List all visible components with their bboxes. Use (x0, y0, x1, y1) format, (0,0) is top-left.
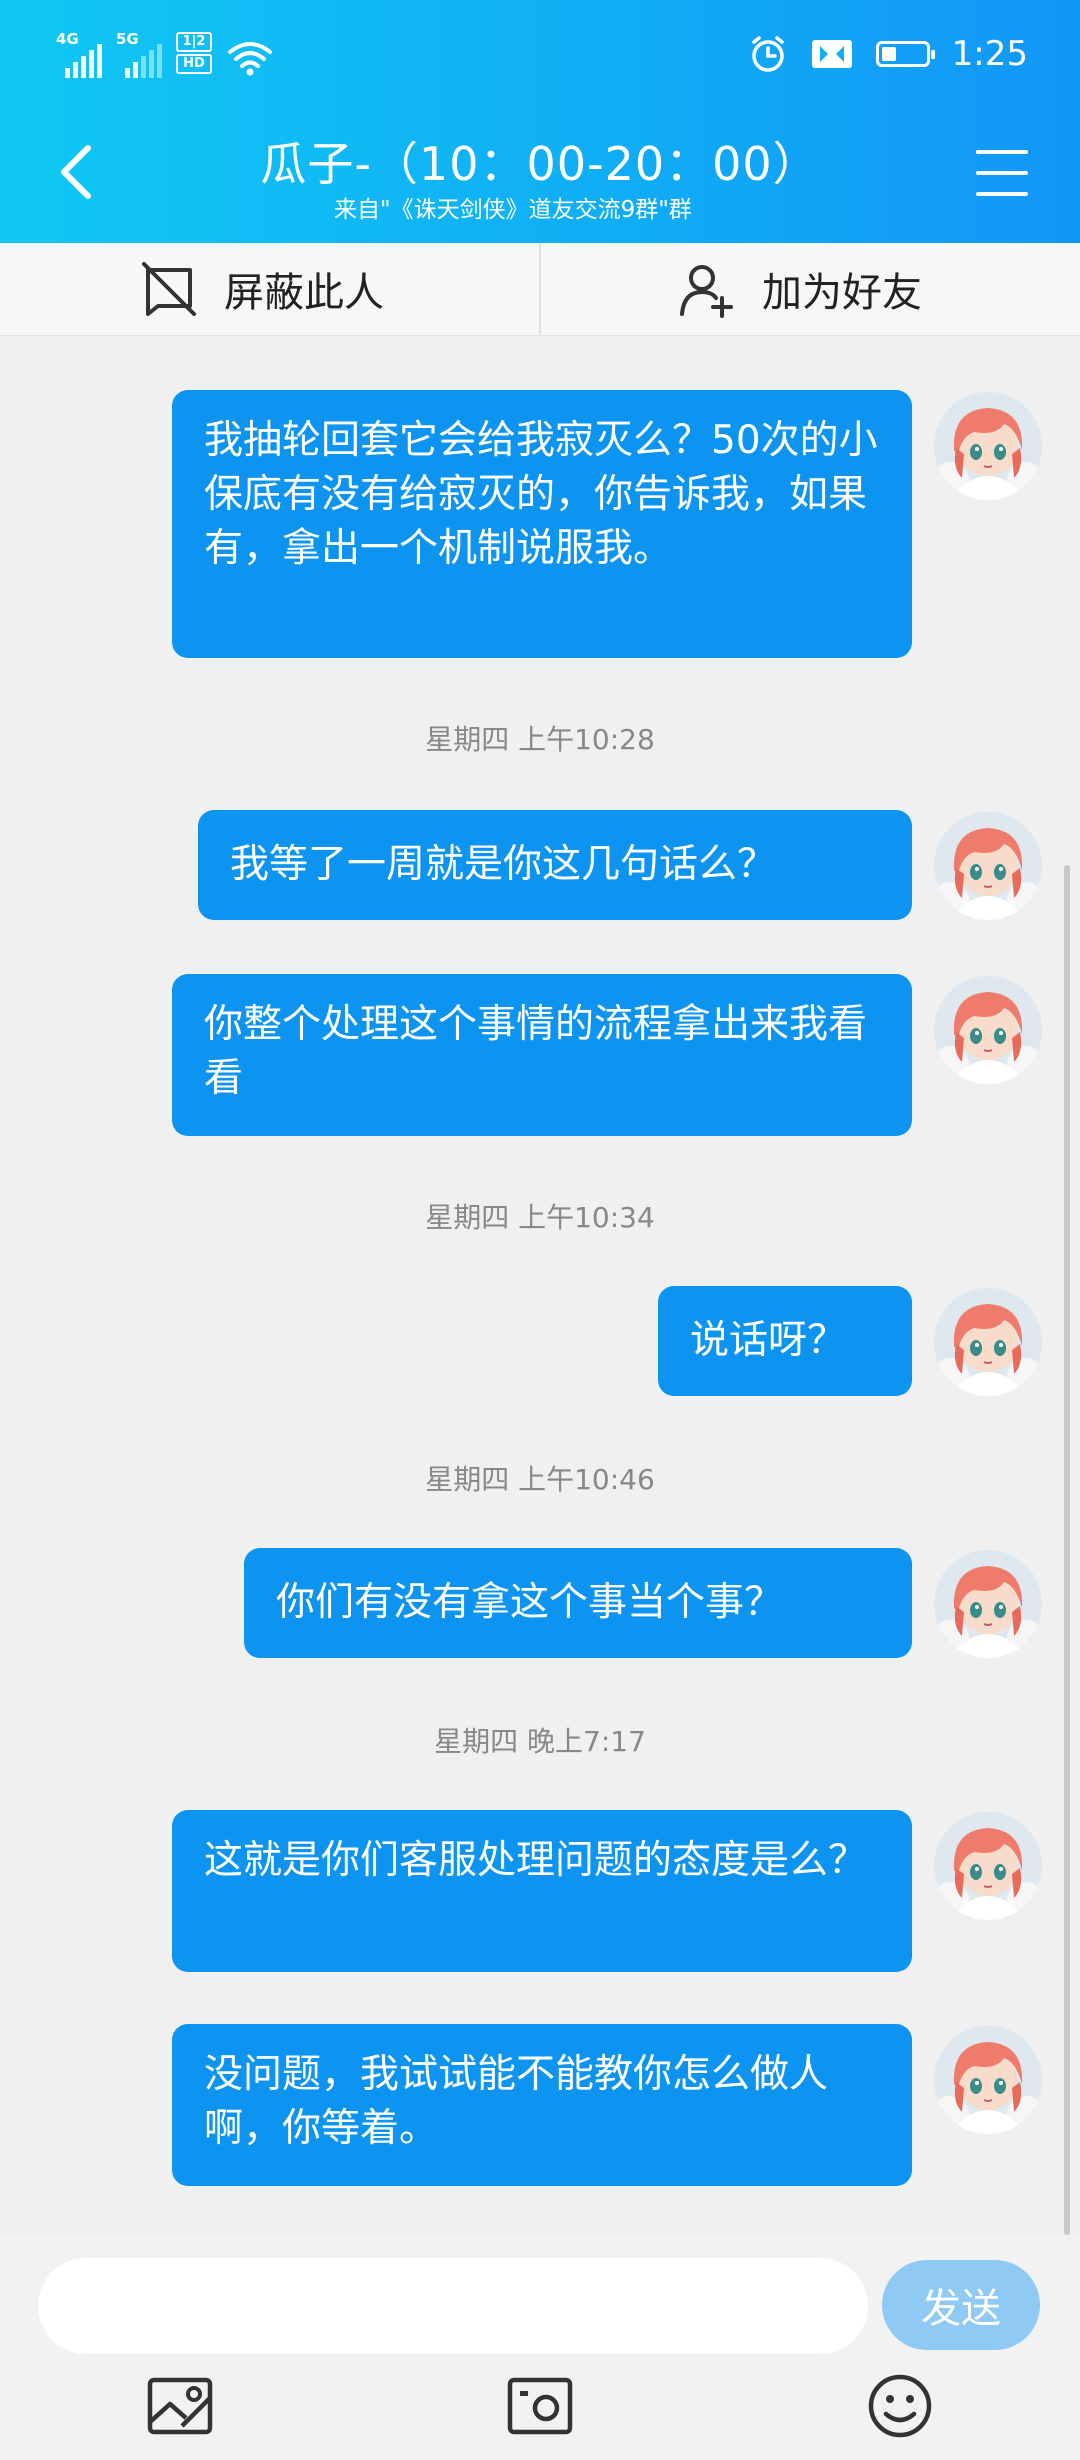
avatar[interactable] (934, 2026, 1042, 2134)
scrollbar[interactable] (1064, 865, 1070, 2235)
alarm-icon (751, 36, 784, 72)
avatar[interactable] (934, 1812, 1042, 1920)
signal-icon: 5G (116, 30, 162, 78)
message-bubble[interactable]: 我抽轮回套它会给我寂灭么？50次的小保底有没有给寂灭的，你告诉我，如果有，拿出一… (172, 390, 912, 658)
avatar[interactable] (934, 812, 1042, 920)
avatar[interactable] (934, 976, 1042, 1084)
avatar[interactable] (934, 1550, 1042, 1658)
vibrate-icon (811, 40, 852, 68)
clock: 1:25 (951, 34, 1028, 74)
avatar[interactable] (934, 392, 1042, 500)
add-friend-button[interactable]: 加为好友 (678, 243, 922, 335)
message-input[interactable] (38, 2258, 868, 2354)
hd-bottom-label: HD (176, 54, 212, 74)
add-friend-label: 加为好友 (762, 270, 922, 316)
status-bar: 4G 5G 1|2 HD 1:25 (0, 0, 1080, 110)
status-right: 1:25 (748, 30, 1028, 78)
emoji-icon[interactable] (860, 2366, 940, 2446)
chat-title: 瓜子-（10：00-20：00） (260, 137, 820, 191)
message-bubble[interactable]: 你们有没有拿这个事当个事？ (244, 1548, 912, 1658)
status-left: 4G 5G 1|2 HD (56, 26, 274, 78)
input-bar: 发送 (0, 2236, 1080, 2460)
timestamp: 星期四 上午10:46 (425, 1463, 655, 1496)
message-bubble[interactable]: 这就是你们客服处理问题的态度是么？ (172, 1810, 912, 1972)
message-bubble[interactable]: 说话呀？ (658, 1286, 912, 1396)
hd-icon: 1|2 HD (176, 32, 212, 74)
add-friend-icon (680, 265, 733, 318)
block-user-label: 屏蔽此人 (224, 270, 384, 316)
wifi-icon (228, 42, 272, 76)
block-user-button[interactable]: 屏蔽此人 (140, 243, 384, 335)
block-icon (142, 262, 196, 316)
battery-icon (875, 41, 935, 67)
timestamp: 星期四 上午10:34 (425, 1201, 655, 1234)
timestamp: 星期四 晚上7:17 (434, 1725, 646, 1758)
image-icon[interactable] (140, 2366, 220, 2446)
chat-area[interactable]: 我抽轮回套它会给我寂灭么？50次的小保底有没有给寂灭的，你告诉我，如果有，拿出一… (0, 336, 1080, 2236)
message-bubble[interactable]: 你整个处理这个事情的流程拿出来我看看 (172, 974, 912, 1136)
avatar[interactable] (934, 1288, 1042, 1396)
chat-header: 4G 5G 1|2 HD 1:25 瓜子-（10：00-20：00） 来自"《诛… (0, 0, 1080, 243)
chat-subtitle: 来自"《诛天剑侠》道友交流9群"群 (334, 197, 692, 223)
message-bubble[interactable]: 没问题，我试试能不能教你怎么做人啊，你等着。 (172, 2024, 912, 2186)
send-button[interactable]: 发送 (882, 2260, 1040, 2350)
action-bar: 屏蔽此人 加为好友 (0, 243, 1080, 336)
hd-top-label: 1|2 (176, 32, 212, 52)
camera-icon[interactable] (500, 2366, 580, 2446)
timestamp: 星期四 上午10:28 (425, 723, 655, 756)
signal-icon: 4G (56, 30, 102, 78)
divider (539, 243, 541, 335)
message-bubble[interactable]: 我等了一周就是你这几句话么？ (198, 810, 912, 920)
menu-icon[interactable] (976, 150, 1028, 196)
